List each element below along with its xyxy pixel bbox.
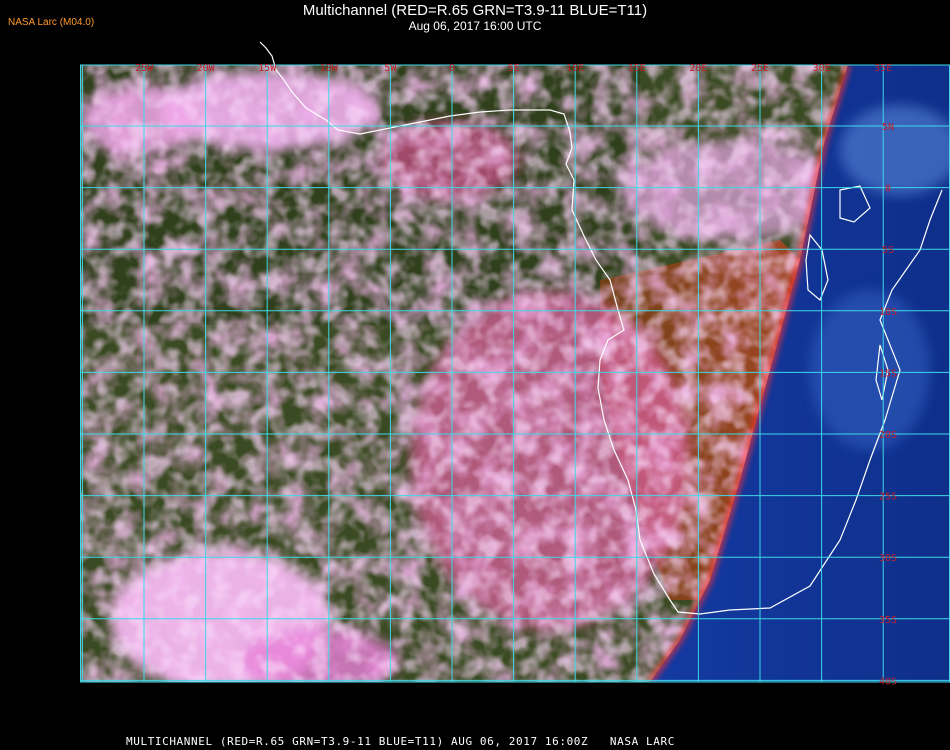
longitude-label: 25E <box>751 63 769 74</box>
latitude-label: 5N <box>882 122 894 133</box>
satellite-image: 25W 20W 15W 10W 5W 0 5E 10E 15E 20E 25E 30E 35E 5N 0 5… <box>80 40 950 728</box>
longitude-label: 15E <box>628 63 646 74</box>
footer-caption: MULTICHANNEL (RED=R.65 GRN=T3.9-11 BLUE=… <box>126 735 675 748</box>
longitude-label: 35E <box>874 63 892 74</box>
satellite-map: 25W 20W 15W 10W 5W 0 5E 10E 15E 20E 25E 30E 35E 5N 0 5… <box>80 40 950 728</box>
latitude-label: 35S <box>879 615 897 626</box>
brand-label: NASA Larc (M04.0) <box>8 17 95 28</box>
longitude-label: 30E <box>813 63 831 74</box>
latitude-label: 40S <box>879 676 897 687</box>
latitude-label: 15S <box>879 368 897 379</box>
latitude-label: 30S <box>879 553 897 564</box>
longitude-label: 5W <box>384 63 397 74</box>
longitude-label: 20E <box>689 63 707 74</box>
latitude-label: 0 <box>885 184 891 195</box>
latitude-label: 25S <box>879 492 897 503</box>
longitude-label: 10W <box>320 63 339 74</box>
longitude-label: 15W <box>258 63 277 74</box>
longitude-label: 10E <box>566 63 584 74</box>
longitude-label: 0 <box>449 63 455 74</box>
latitude-label: 20S <box>879 430 897 441</box>
image-datetime: Aug 06, 2017 16:00 UTC <box>408 19 542 33</box>
longitude-label: 20W <box>197 63 216 74</box>
latitude-label: 5S <box>882 245 894 256</box>
imagery-layer <box>80 65 950 682</box>
longitude-label: 25W <box>135 63 154 74</box>
latitude-label: 10S <box>879 307 897 318</box>
image-title: Multichannel (RED=R.65 GRN=T3.9-11 BLUE=… <box>302 2 648 19</box>
longitude-label: 5E <box>508 63 520 74</box>
